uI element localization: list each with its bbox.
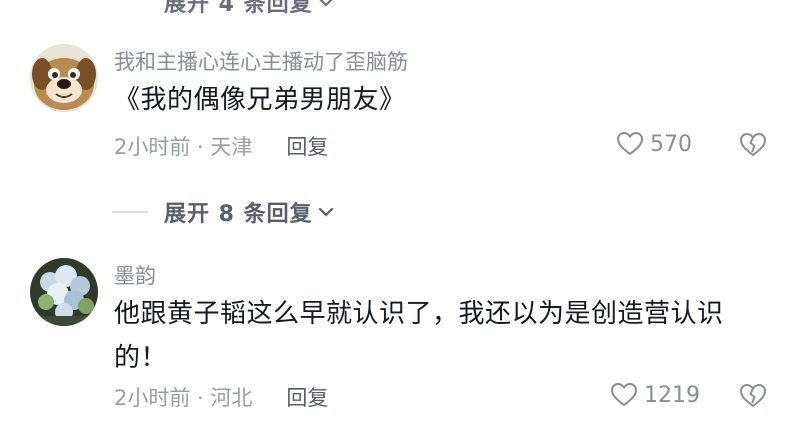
avatar[interactable] (30, 44, 98, 112)
chevron-down-icon (319, 0, 333, 7)
flowers-avatar-image (30, 258, 98, 326)
dog-avatar-image (30, 44, 98, 112)
comment-meta: 2小时前 · 河北 回复 (114, 382, 328, 412)
comment-text: 《我的偶像兄弟男朋友》 (114, 85, 406, 115)
like-count: 570 (650, 131, 692, 157)
comment-text: 他跟黄子韬这么早就认识了，我还以为是创造营认识的！ (114, 299, 724, 373)
heart-icon (610, 382, 638, 407)
comment-username[interactable]: 我和主播心连心主播动了歪脑筋 (114, 46, 408, 76)
comment-username[interactable]: 墨韵 (114, 260, 156, 290)
chevron-down-icon (318, 207, 333, 217)
comment-time-location: 2小时前 · 河北 (114, 386, 253, 410)
like-button[interactable]: 570 (616, 131, 692, 157)
comment-time-location: 2小时前 · 天津 (114, 135, 253, 159)
expand-label: 展开 4 条回复 (164, 0, 313, 17)
divider-line (112, 211, 148, 213)
like-count: 1219 (644, 382, 700, 408)
broken-heart-icon (739, 132, 767, 157)
dislike-button[interactable] (738, 132, 768, 162)
expand-replies-button[interactable]: 展开 8 条回复 (112, 196, 335, 228)
expand-label: 展开 8 条回复 (164, 202, 313, 227)
like-button[interactable]: 1219 (610, 382, 700, 408)
reply-button[interactable]: 回复 (286, 382, 328, 412)
reply-button[interactable]: 回复 (286, 131, 328, 161)
expand-replies-top[interactable]: 展开 4 条回复 (164, 0, 335, 18)
dislike-button[interactable] (738, 383, 768, 413)
comment-meta: 2小时前 · 天津 回复 (114, 131, 328, 161)
broken-heart-icon (739, 383, 767, 408)
avatar[interactable] (30, 258, 98, 326)
heart-icon (616, 131, 644, 156)
